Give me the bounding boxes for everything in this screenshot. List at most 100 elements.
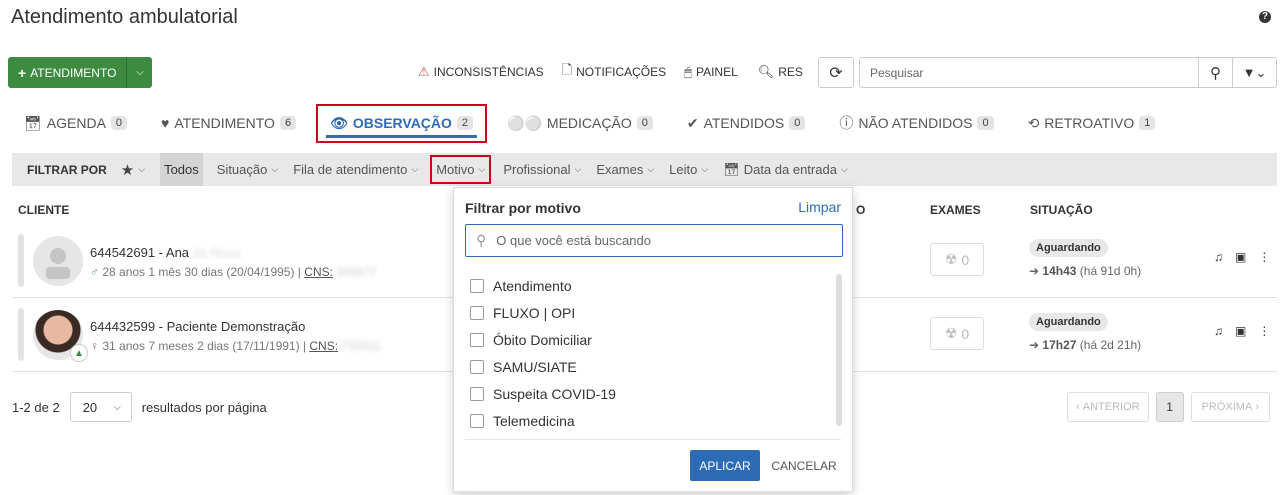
patient-name[interactable]: 644542691 - Ana de Rosa: [90, 245, 241, 260]
user-placeholder-icon: [46, 248, 70, 279]
chevron-left-icon: ‹: [1076, 401, 1083, 413]
cns-value-blurred: 200677: [336, 265, 377, 279]
patient-info: ♀ 31 anos 7 meses 2 dias (17/11/1991) | …: [90, 339, 381, 353]
painel-link[interactable]: 🖱 PAINEL: [684, 62, 738, 82]
exams-button[interactable]: ☢ 0: [930, 317, 984, 350]
filter-exames[interactable]: Exames ⌵: [596, 153, 654, 186]
notificacoes-label: NOTIFICAÇÕES: [576, 65, 667, 79]
column-header-exames: EXAMES: [930, 203, 981, 217]
chevron-down-icon: ⌵: [840, 164, 848, 174]
filter-profissional[interactable]: Profissional ⌵: [503, 153, 581, 186]
option-telemedicina[interactable]: Telemedicina: [465, 407, 843, 434]
tab-nao-atendidos[interactable]: ⓘ NÃO ATENDIDOS 0: [833, 103, 999, 143]
res-label: RES: [778, 65, 803, 79]
tab-medicacao[interactable]: ⚪⚪ MEDICAÇÃO 0: [501, 103, 659, 143]
option-suspeita-covid[interactable]: Suspeita COVID-19: [465, 380, 843, 407]
tab-observacao[interactable]: 👁︎ OBSERVAÇÃO 2: [316, 103, 488, 143]
clipboard-icon[interactable]: ▣: [1235, 324, 1246, 338]
more-vertical-icon[interactable]: ⋮: [1258, 250, 1270, 264]
page-number-button[interactable]: 1: [1155, 392, 1184, 422]
checkbox[interactable]: [470, 359, 484, 374]
search-button[interactable]: ⚲: [1199, 57, 1233, 88]
status-badge: Aguardando: [1029, 313, 1108, 331]
patient-name[interactable]: 644432599 - Paciente Demonstração: [90, 319, 305, 334]
option-fluxo-opi[interactable]: FLUXO | OPI: [465, 299, 843, 326]
filter-button[interactable]: ▼⌄: [1233, 57, 1277, 88]
exams-button[interactable]: ☢ 0: [930, 243, 984, 276]
popup-scrollbar[interactable]: [836, 274, 842, 426]
per-page-label: resultados por página: [141, 399, 267, 415]
cns-label: CNS:: [304, 265, 333, 279]
more-vertical-icon[interactable]: ⋮: [1258, 324, 1270, 338]
clear-link[interactable]: Limpar: [798, 199, 841, 215]
bell-icon[interactable]: ♫: [1214, 250, 1223, 264]
filter-fila-label: Fila de atendimento: [293, 162, 408, 177]
option-obito-domiciliar[interactable]: Óbito Domiciliar: [465, 326, 843, 353]
tab-label: ATENDIMENTO: [174, 115, 275, 131]
inconsistencias-label: INCONSISTÊNCIAS: [433, 65, 544, 79]
help-icon[interactable]: ?: [1259, 11, 1271, 23]
option-atendimento[interactable]: Atendimento: [465, 272, 843, 299]
filter-data-entrada[interactable]: 📅︎ Data da entrada ⌵: [723, 153, 848, 186]
motivo-filter-popup: Filtrar por motivo Limpar ⚲ Atendimento …: [453, 187, 853, 492]
info-circle-icon: ⓘ: [839, 115, 854, 131]
tab-count-badge: 0: [636, 116, 653, 130]
calendar-icon: 📅︎: [723, 161, 740, 177]
clipboard-icon[interactable]: ▣: [1235, 250, 1246, 264]
bell-icon[interactable]: ♫: [1214, 324, 1223, 338]
next-label: PRÓXIMA: [1201, 401, 1253, 413]
filter-icon: ▼⌄: [1242, 64, 1267, 80]
refresh-button[interactable]: ⟳: [818, 57, 854, 88]
apply-button[interactable]: APLICAR: [690, 450, 760, 481]
monitor-icon: 🖱: [684, 64, 692, 79]
status-time-elapsed: (há 2d 21h): [1079, 338, 1142, 352]
sign-in-icon: ➜: [1029, 338, 1040, 352]
next-page-button[interactable]: PRÓXIMA ›: [1190, 392, 1271, 422]
favorite-filter-dropdown[interactable]: ★ ⌵: [121, 153, 145, 186]
popup-search-input[interactable]: [496, 233, 817, 248]
tab-retroativo[interactable]: ⟲ RETROATIVO 1: [1022, 103, 1162, 143]
popup-divider: [465, 439, 841, 440]
checkbox[interactable]: [470, 413, 484, 428]
inconsistencias-link[interactable]: ⚠ INCONSISTÊNCIAS: [418, 62, 544, 82]
calendar-icon: 📅︎: [24, 114, 42, 131]
filter-todos[interactable]: Todos: [160, 153, 203, 186]
tab-agenda[interactable]: 📅︎ AGENDA 0: [18, 103, 133, 143]
filter-leito[interactable]: Leito ⌵: [669, 153, 708, 186]
option-label: FLUXO | OPI: [493, 304, 576, 321]
checkbox[interactable]: [470, 332, 484, 347]
res-link[interactable]: 🔍︎ RES: [758, 62, 803, 82]
popup-title: Filtrar por motivo: [465, 200, 581, 216]
filter-fila-atendimento[interactable]: Fila de atendimento ⌵: [293, 153, 418, 186]
filter-bar: FILTRAR POR ★ ⌵ Todos Situação ⌵ Fila de …: [12, 153, 1277, 186]
patient-age: 28 anos 1 mês 30 dias (20/04/1995) |: [102, 265, 301, 279]
check-circle-icon: ✔: [686, 114, 699, 131]
new-atendimento-button[interactable]: + ATENDIMENTO: [8, 57, 127, 88]
exams-count: 0: [961, 325, 970, 342]
checkbox[interactable]: [470, 386, 484, 401]
filter-situacao[interactable]: Situação ⌵: [217, 153, 278, 186]
checkbox[interactable]: [470, 305, 484, 320]
tab-count-badge: 1: [1139, 116, 1156, 130]
exams-count: 0: [961, 251, 970, 268]
plus-icon: +: [18, 64, 27, 81]
cancel-button[interactable]: CANCELAR: [768, 450, 840, 481]
tab-atendidos[interactable]: ✔ ATENDIDOS 0: [681, 103, 812, 143]
sign-in-icon: ➜: [1029, 264, 1040, 278]
status-badge: Aguardando: [1029, 239, 1108, 257]
status-time-elapsed: (há 91d 0h): [1079, 264, 1142, 278]
patient-name-text: 644432599 - Paciente Demonstração: [90, 319, 306, 334]
per-page-select[interactable]: 20 ⌵: [69, 392, 132, 422]
filter-data-label: Data da entrada: [743, 162, 837, 177]
tab-count-badge: 6: [279, 116, 297, 130]
radiation-icon: ☢: [944, 325, 958, 341]
tab-atendimento[interactable]: ♥ ATENDIMENTO 6: [155, 103, 302, 143]
chevron-down-icon[interactable]: ⌵: [126, 57, 153, 88]
checkbox[interactable]: [470, 278, 484, 293]
option-samu-siate[interactable]: SAMU/SIATE: [465, 353, 843, 380]
filter-motivo[interactable]: Motivo ⌵: [430, 155, 492, 184]
row-actions: ♫ ▣ ⋮: [1214, 324, 1270, 338]
search-input[interactable]: [859, 57, 1199, 88]
notificacoes-link[interactable]: 🗋 NOTIFICAÇÕES: [562, 62, 666, 82]
previous-page-button[interactable]: ‹ ANTERIOR: [1067, 392, 1149, 422]
